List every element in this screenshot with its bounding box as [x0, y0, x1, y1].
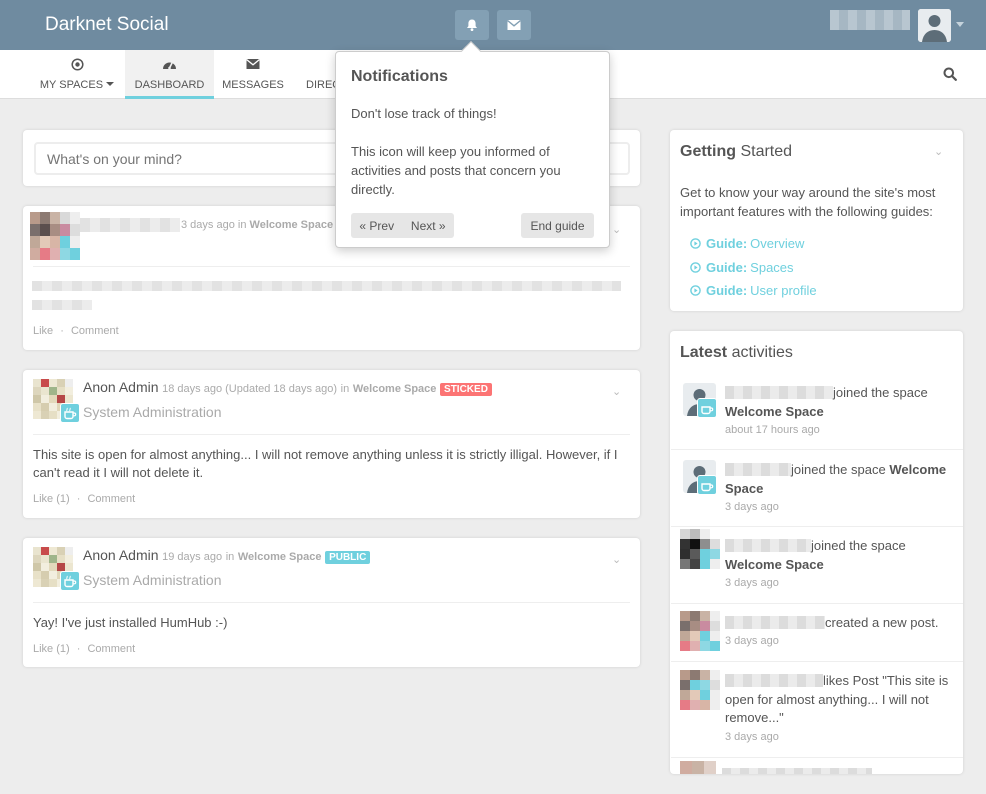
user-menu-caret[interactable] [956, 22, 964, 27]
panel-collapse-chevron-icon[interactable]: ⌄ [934, 145, 943, 158]
user-name[interactable] [830, 10, 910, 30]
post-menu-chevron-icon[interactable]: ⌄ [612, 385, 621, 398]
comment-link[interactable]: Comment [71, 325, 119, 337]
activity-time: 3 days ago [725, 577, 779, 589]
user-avatar[interactable] [918, 9, 951, 42]
play-circle-icon [690, 285, 701, 296]
nav-messages-label: MESSAGES [222, 79, 284, 91]
tour-prev-button[interactable]: « Prev [359, 219, 394, 233]
like-link[interactable]: Like (1) [33, 643, 70, 655]
popover-title: Notifications [351, 68, 448, 85]
nav-dashboard-label: DASHBOARD [134, 79, 205, 91]
user-silhouette-icon [918, 9, 951, 42]
post-card: Anon Admin 18 days ago (Updated 18 days … [23, 370, 640, 518]
post-menu-chevron-icon[interactable]: ⌄ [612, 223, 621, 236]
activity-item[interactable]: likes Post "This site is open for almost… [725, 672, 957, 728]
post-space-link[interactable]: Welcome Space [238, 551, 322, 563]
guide-spaces-link[interactable]: Guide: Spaces [690, 260, 794, 275]
nav-my-spaces[interactable]: MY SPACES [30, 50, 124, 99]
public-badge: PUBLIC [325, 551, 371, 564]
author-avatar[interactable] [30, 212, 80, 260]
activity-space-link[interactable]: Welcome Space [725, 557, 824, 572]
dot-circle-icon [30, 58, 124, 74]
like-link[interactable]: Like [33, 325, 53, 337]
activity-item[interactable]: joined the space Welcome Space [725, 537, 957, 574]
activity-time: about 17 hours ago [725, 424, 820, 436]
nav-messages[interactable]: MESSAGES [216, 50, 290, 99]
nav-my-spaces-label: MY SPACES [39, 79, 104, 91]
activities-title: Latest activities [680, 344, 793, 361]
activity-item[interactable]: joined the space Welcome Space [725, 461, 960, 498]
author-name[interactable]: Anon Admin [83, 379, 159, 395]
envelope-icon [507, 19, 521, 30]
guide-overview-link[interactable]: Guide: Overview [690, 236, 804, 251]
popover-line1: Don't lose track of things! [351, 106, 497, 121]
author-subtitle: System Administration [83, 404, 222, 420]
top-bar: Darknet Social [0, 0, 986, 50]
post-actions: Like (1) · Comment [33, 493, 136, 505]
space-icon[interactable] [60, 571, 80, 591]
post-space-link[interactable]: Welcome Space [250, 219, 334, 231]
tour-nav-group: « Prev Next » [351, 213, 454, 238]
notifications-button[interactable] [455, 10, 489, 40]
activity-space-link[interactable]: Welcome Space [725, 404, 824, 419]
space-icon[interactable] [697, 475, 717, 495]
author-name-redacted[interactable] [80, 218, 180, 232]
post-time[interactable]: 3 days ago [181, 219, 235, 231]
guide-user-profile-link[interactable]: Guide: User profile [690, 283, 817, 298]
activity-avatar[interactable] [680, 670, 720, 710]
activity-item[interactable]: joined the space Welcome Space [725, 384, 957, 421]
search-icon[interactable] [943, 67, 957, 84]
envelope-icon [216, 58, 290, 74]
post-body: This site is open for almost anything...… [33, 447, 618, 480]
space-icon[interactable] [697, 398, 717, 418]
sticked-badge: STICKED [440, 383, 492, 396]
author-name[interactable]: Anon Admin [83, 547, 159, 563]
like-link[interactable]: Like (1) [33, 493, 70, 505]
tour-next-button[interactable]: Next » [411, 219, 446, 233]
coffee-icon [701, 483, 714, 492]
post-time[interactable]: 18 days ago (Updated 18 days ago) [162, 383, 337, 395]
space-icon[interactable] [60, 403, 80, 423]
comment-link[interactable]: Comment [87, 643, 135, 655]
getting-started-intro: Get to know your way around the site's m… [680, 185, 936, 219]
post-meta: 3 days ago in Welcome Space [181, 219, 334, 231]
messages-button[interactable] [497, 10, 531, 40]
coffee-icon [64, 575, 77, 588]
activity-time: 3 days ago [725, 501, 779, 513]
activity-avatar[interactable] [680, 529, 720, 569]
post-body-redacted [32, 281, 621, 291]
nav-directory[interactable]: DIREC [300, 50, 340, 99]
author-subtitle: System Administration [83, 572, 222, 588]
post-actions: Like (1) · Comment [33, 643, 136, 655]
post-card: Anon Admin 19 days ago in Welcome Space … [23, 538, 640, 667]
post-body: Yay! I've just installed HumHub :-) [33, 615, 228, 630]
comment-link[interactable]: Comment [87, 493, 135, 505]
post-menu-chevron-icon[interactable]: ⌄ [612, 553, 621, 566]
notifications-tour-popover: Notifications Don't lose track of things… [335, 41, 610, 248]
brand-title[interactable]: Darknet Social [45, 14, 169, 36]
play-circle-icon [690, 238, 701, 249]
activity-item[interactable]: created a new post. [725, 614, 960, 633]
activity-time: 3 days ago [725, 635, 779, 647]
coffee-icon [64, 407, 77, 420]
activity-avatar[interactable] [680, 611, 720, 651]
dashboard-icon [125, 58, 214, 74]
bell-icon [467, 19, 477, 31]
caret-down-icon [106, 82, 115, 86]
post-space-link[interactable]: Welcome Space [353, 383, 437, 395]
tour-end-button[interactable]: End guide [521, 213, 594, 238]
post-actions: Like · Comment [33, 325, 119, 337]
play-circle-icon [690, 262, 701, 273]
activity-time: 3 days ago [725, 731, 779, 743]
nav-dashboard[interactable]: DASHBOARD [125, 50, 214, 99]
popover-line2: This icon will keep you informed of acti… [351, 144, 561, 197]
coffee-icon [701, 406, 714, 415]
post-time[interactable]: 19 days ago [162, 551, 222, 563]
getting-started-title: Getting Started [680, 143, 793, 160]
